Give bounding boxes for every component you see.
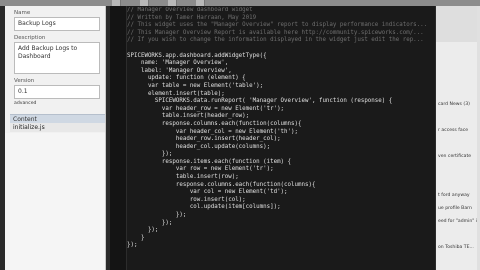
code-line[interactable]: label: 'Manager Overview', — [127, 68, 433, 76]
content-panel-header: Content — [10, 114, 105, 123]
code-line[interactable]: header_col.update(columns); — [127, 144, 433, 152]
code-line[interactable]: }); — [127, 242, 433, 250]
code-line[interactable]: name: 'Manager Overview', — [127, 60, 433, 68]
code-line[interactable]: SPICEWORKS.data.runReport( 'Manager Over… — [127, 98, 433, 106]
code-line[interactable]: SPICEWORKS.app.dashboard.addWidgetType({ — [127, 53, 433, 61]
advanced-link[interactable]: advanced — [5, 101, 105, 106]
code-line[interactable]: header_row.insert(header_col); — [127, 136, 433, 144]
code-comment-line[interactable]: // Written by Tamer Harraan, May 2019 — [127, 15, 433, 23]
content-file-item[interactable]: initialize.js — [10, 123, 105, 132]
dashboard-text-line: on Toshiba TE... — [438, 245, 474, 250]
code-line[interactable] — [127, 45, 433, 53]
content-panel-body — [5, 133, 105, 270]
code-line[interactable]: table.insert(header_row); — [127, 113, 433, 121]
code-line[interactable]: }); — [127, 227, 433, 235]
description-label: Description — [14, 35, 46, 41]
code-comment-line[interactable]: // This Manager Overview Report is avail… — [127, 30, 433, 38]
dashboard-text-line: card News (3) — [438, 102, 470, 107]
dashboard-text-line: eed for "admin" i — [438, 219, 478, 224]
code-line[interactable]: update: function (element) { — [127, 75, 433, 83]
code-line[interactable]: var table = new Element('table'); — [127, 83, 433, 91]
code-line[interactable]: }); — [127, 220, 433, 228]
code-line[interactable]: var col = new Element('td'); — [127, 189, 433, 197]
code-line[interactable]: var header_col = new Element('th'); — [127, 129, 433, 137]
code-comment-line[interactable]: // Manager Overview dashboard widget — [127, 7, 433, 15]
code-line[interactable]: response.columns.each(function(columns){ — [127, 182, 433, 190]
code-line[interactable]: row.insert(col); — [127, 197, 433, 205]
code-line[interactable]: response.items.each(function (item) { — [127, 159, 433, 167]
line-gutter — [110, 6, 127, 270]
dashboard-header — [436, 6, 480, 42]
code-line[interactable]: }); — [127, 151, 433, 159]
version-field[interactable]: 0.1 — [14, 85, 100, 99]
code-line[interactable]: element.insert(table); — [127, 91, 433, 99]
name-label: Name — [14, 10, 31, 16]
dashboard-text-line: ven certificate — [438, 154, 472, 159]
code-comment-line[interactable]: // This widget uses the "Manager Overvie… — [127, 22, 433, 30]
dashboard-text-line: t ford anyway — [438, 193, 470, 198]
dashboard-text-line: r access face — [438, 128, 469, 133]
code-line[interactable]: } — [127, 235, 433, 243]
code-line[interactable]: var header_row = new Element('tr'); — [127, 106, 433, 114]
description-field[interactable]: Add Backup Logs to Dashboard — [14, 42, 100, 74]
code-comment-line[interactable]: // If you wish to change the information… — [127, 37, 433, 45]
code-line[interactable]: col.update(item[columns]); — [127, 204, 433, 212]
version-label: Version — [14, 78, 35, 84]
code-line[interactable]: response.columns.each(function(columns){ — [127, 121, 433, 129]
background-dashboard-window: card News (3) r access face ven certificat… — [436, 6, 480, 270]
code-line[interactable]: }); — [127, 212, 433, 220]
code-editor[interactable]: // Manager Overview dashboard widget// W… — [110, 6, 435, 270]
name-field[interactable]: Backup Logs — [14, 17, 100, 31]
code-line[interactable]: var row = new Element('tr'); — [127, 166, 433, 174]
code-line[interactable]: table.insert(row); — [127, 174, 433, 182]
dashboard-text-line: ue profile Barn — [438, 206, 472, 211]
code-text[interactable]: // Manager Overview dashboard widget// W… — [127, 7, 433, 269]
